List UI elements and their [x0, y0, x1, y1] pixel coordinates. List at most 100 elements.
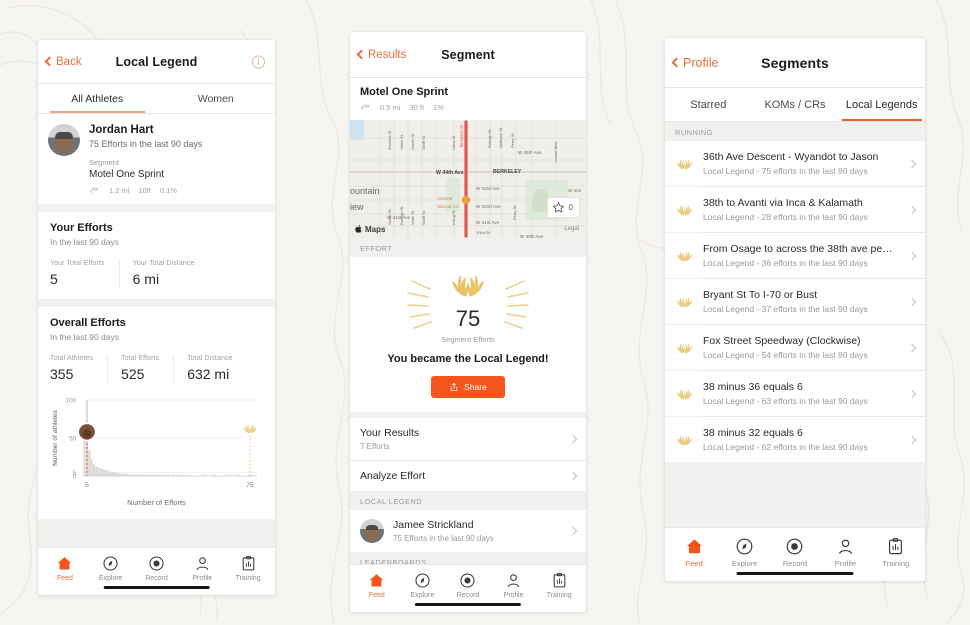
histogram-bar — [97, 467, 100, 476]
stat-value: 525 — [121, 366, 145, 382]
clipboard-chart-icon — [553, 572, 566, 588]
compass-icon — [736, 538, 753, 555]
histogram-bar — [111, 472, 114, 476]
tab-record[interactable]: Record — [445, 572, 491, 599]
tab-explore[interactable]: Explore — [719, 537, 769, 568]
svg-text:Perry St: Perry St — [512, 205, 517, 220]
laurel-icon — [676, 158, 693, 170]
list-item[interactable]: 38 minus 36 equals 6 Local Legend - 63 ef… — [665, 371, 925, 416]
list-item-title: 38th to Avanti via Inca & Kalamath — [703, 197, 863, 209]
list-item-title: 36th Ave Descent - Wyandot to Jason — [703, 151, 879, 163]
overall-efforts-subtitle: In the last 90 days — [50, 332, 119, 342]
back-button-profile[interactable]: Profile — [671, 56, 718, 70]
segment-stat-elevation: 10ft — [138, 186, 151, 195]
you-marker-avatar — [77, 422, 97, 442]
route-icon — [89, 187, 99, 193]
share-button[interactable]: Share — [431, 376, 505, 398]
leaderboards-section-header: LEADERBOARDS — [350, 552, 586, 564]
tab-explore[interactable]: Explore — [88, 555, 134, 582]
tab-explore[interactable]: Explore — [400, 572, 446, 599]
overall-efforts-card: Overall Efforts In the last 90 days Tota… — [38, 307, 275, 519]
tabbar-phone3: Feed Explore Record Profile Training — [665, 527, 925, 581]
tab-feed[interactable]: Feed — [669, 537, 719, 568]
tab-training[interactable]: Training — [225, 555, 271, 582]
local-legend-trophy: 75 Segment Efforts You became the Local … — [350, 257, 586, 412]
list-item[interactable]: Fox Street Speedway (Clockwise) Local Leg… — [665, 325, 925, 370]
info-circle-icon[interactable]: i — [252, 55, 265, 68]
back-button-label: Results — [368, 48, 407, 61]
histogram-bar — [109, 471, 112, 476]
map-legal-link[interactable]: Legal — [564, 226, 579, 232]
map-star-badge[interactable]: 0 — [546, 197, 580, 218]
tab-record[interactable]: Record — [770, 537, 820, 568]
back-button-results[interactable]: Results — [356, 48, 407, 61]
svg-text:W 42nd Ave: W 42nd Ave — [476, 204, 501, 209]
tab-training[interactable]: Training — [536, 572, 582, 599]
list-item[interactable]: 38 minus 32 equals 6 Local Legend - 62 ef… — [665, 417, 925, 462]
tab-label: Training — [235, 575, 261, 582]
overall-efforts-stats: Total Athletes 355 Total Efforts 525 Tot… — [50, 355, 263, 382]
svg-text:Perry St: Perry St — [510, 133, 515, 148]
segment-header: Motel One Sprint 0.5 mi 30 ft 1% — [350, 78, 586, 120]
tab-training[interactable]: Training — [871, 537, 921, 568]
row-your-results[interactable]: Your Results 7 Efforts — [350, 418, 586, 460]
person-icon — [838, 539, 852, 554]
tabbar-phone2: Feed Explore Record Profile Training — [350, 564, 586, 612]
stat-key: Total Distance — [187, 355, 233, 362]
row-analyze-effort[interactable]: Analyze Effort — [350, 461, 586, 491]
stat-key: Total Efforts — [121, 355, 160, 362]
segment-name: Motel One Sprint — [360, 86, 448, 98]
tab-women[interactable]: Women — [157, 84, 276, 113]
segment-stats: 1.2 mi 10ft 0.1% — [89, 185, 265, 196]
list-item[interactable]: From Osage to across the 38th ave pe… Loc… — [665, 233, 925, 278]
navbar-segment: Results Segment — [350, 32, 586, 78]
stat-total-efforts: Total Efforts 525 — [107, 355, 173, 382]
local-legend-scroll[interactable]: Jordan Hart 75 Efforts in the last 90 da… — [38, 114, 275, 547]
row-local-legend-athlete[interactable]: Jamee Strickland 75 Efforts in the last … — [350, 510, 586, 552]
list-item-subtitle: Local Legend - 36 efforts in the last 90… — [703, 258, 868, 268]
legend-athlete-name: Jamee Strickland — [393, 519, 474, 531]
tab-profile[interactable]: Profile — [820, 537, 870, 568]
tab-all-athletes[interactable]: All Athletes — [38, 84, 157, 113]
list-item[interactable]: 38th to Avanti via Inca & Kalamath Local … — [665, 187, 925, 232]
map-canvas: Zenobia St Yates St Xavier St Wolff St U… — [350, 120, 586, 238]
segment-map[interactable]: Zenobia St Yates St Xavier St Wolff St U… — [350, 120, 586, 238]
segments-scroll[interactable]: RUNNING 36th Ave Descent - Wyandot to Ja… — [665, 122, 925, 527]
histogram-svg: 0550100Number of athletes5 75 — [52, 398, 257, 489]
chevron-left-icon — [356, 49, 367, 60]
laurel-icon — [676, 342, 693, 354]
laurel-icon — [452, 275, 484, 297]
tab-profile[interactable]: Profile — [179, 555, 225, 582]
list-item[interactable]: 36th Ave Descent - Wyandot to Jason Local… — [665, 141, 925, 186]
svg-text:Lowell Blvd: Lowell Blvd — [553, 142, 558, 162]
overall-efforts-title: Overall Efforts — [50, 317, 126, 329]
svg-text:W 39th Ave: W 39th Ave — [520, 234, 544, 238]
svg-text:Vrain St: Vrain St — [410, 210, 415, 225]
your-efforts-title: Your Efforts — [50, 222, 113, 234]
avatar — [360, 519, 384, 543]
segment-name: Motel One Sprint — [89, 169, 165, 180]
legend-athlete-card[interactable]: Jordan Hart 75 Efforts in the last 90 da… — [38, 114, 275, 204]
tab-feed[interactable]: Feed — [42, 555, 88, 582]
tab-koms-crs[interactable]: KOMs / CRs — [752, 88, 839, 121]
tab-label: Record — [782, 559, 808, 568]
tab-profile[interactable]: Profile — [491, 572, 537, 599]
legend-athlete-efforts: 75 Efforts in the last 90 days — [393, 534, 494, 543]
histogram-bar — [118, 472, 121, 476]
laurel-icon — [676, 434, 693, 446]
tab-record[interactable]: Record — [134, 555, 180, 582]
list-item-subtitle: Local Legend - 75 efforts in the last 90… — [703, 166, 868, 176]
home-icon — [370, 574, 384, 587]
segment-stat-grade: 0.1% — [159, 186, 178, 195]
stat-value: 5 — [50, 271, 58, 287]
athlete-row[interactable]: Jordan Hart 75 Efforts in the last 90 da… — [38, 114, 275, 204]
list-item[interactable]: Bryant St To I-70 or Bust Local Legend - … — [665, 279, 925, 324]
back-button-back[interactable]: Back — [44, 56, 82, 68]
tab-feed[interactable]: Feed — [354, 572, 400, 599]
segment-scroll[interactable]: Motel One Sprint 0.5 mi 30 ft 1% Zenobia… — [350, 78, 586, 564]
tab-local-legends[interactable]: Local Legends — [838, 88, 925, 121]
svg-text:iew: iew — [350, 202, 364, 212]
svg-text:Denver: Denver — [438, 196, 453, 201]
tab-starred[interactable]: Starred — [665, 88, 752, 121]
tab-label: Profile — [834, 559, 856, 568]
